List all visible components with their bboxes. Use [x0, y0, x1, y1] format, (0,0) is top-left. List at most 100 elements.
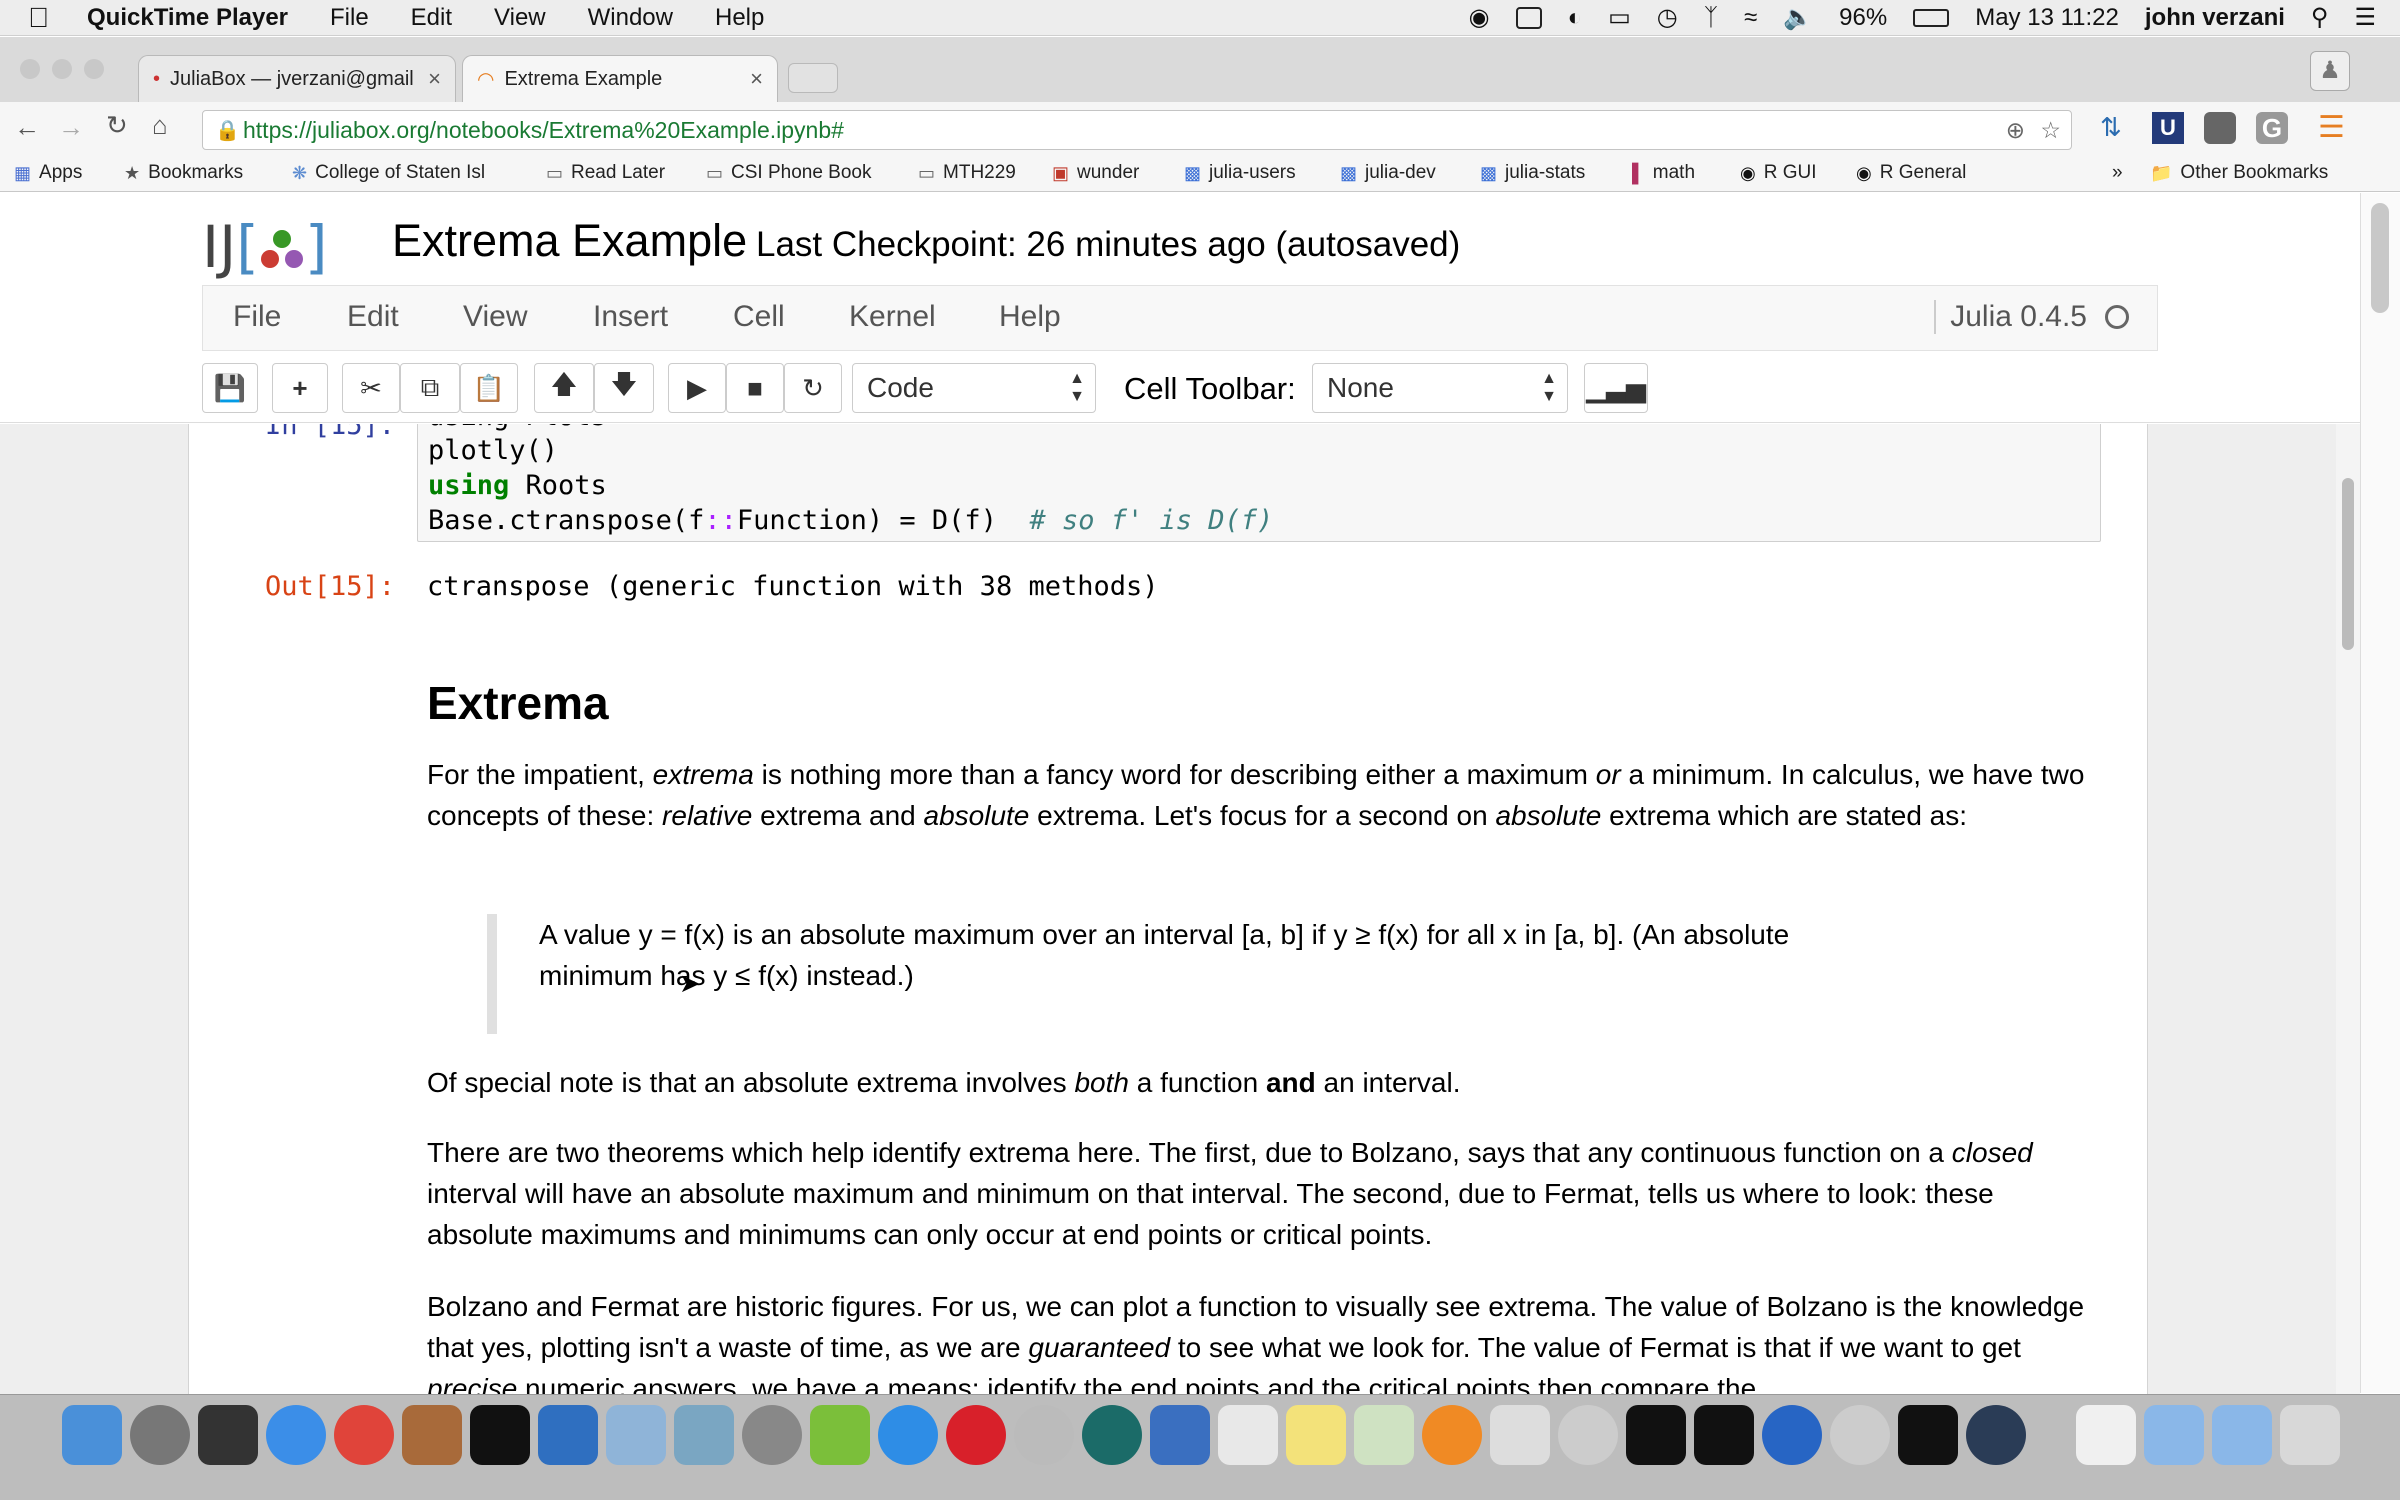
address-bar[interactable]: 🔒 https://juliabox.org/notebooks/Extrema…	[202, 110, 2072, 150]
document-icon[interactable]	[2076, 1405, 2136, 1465]
extension-sort-icon[interactable]: ⇅	[2100, 112, 2122, 143]
bookmark-college[interactable]: ❋ College of Staten Isl	[292, 162, 485, 184]
save-button[interactable]: 💾	[202, 363, 258, 413]
jmenu-file[interactable]: File	[233, 300, 281, 334]
extension-camera-icon[interactable]	[2204, 112, 2236, 144]
stickies-icon[interactable]	[1286, 1405, 1346, 1465]
word-icon[interactable]	[1150, 1405, 1210, 1465]
bookmark-julia-dev[interactable]: ▩ julia-dev	[1340, 162, 1436, 184]
spotlight-icon[interactable]: ⚲	[2311, 3, 2329, 32]
tab-extrema-example[interactable]: ◠ Extrema Example ×	[462, 55, 778, 102]
extension-u-icon[interactable]: U	[2152, 112, 2184, 144]
battery-percent[interactable]: 96%	[1839, 4, 1887, 32]
move-down-button[interactable]: 🡇	[594, 363, 654, 413]
leaf-app-icon[interactable]	[810, 1405, 870, 1465]
bookmark-r-general[interactable]: ◉ R General	[1856, 162, 1966, 184]
bookmark-other-bookmarks[interactable]: 📁 Other Bookmarks	[2150, 162, 2328, 184]
julia-app-icon[interactable]	[1558, 1405, 1618, 1465]
bluetooth-icon[interactable]: ᛉ	[1704, 4, 1718, 32]
time-machine-icon[interactable]: ◷	[1657, 3, 1678, 32]
home-icon[interactable]: ⌂	[152, 110, 168, 141]
chart-button[interactable]: ▁▃▅	[1584, 363, 1648, 413]
chrome-menu-icon[interactable]: ☰	[2318, 110, 2345, 145]
jmenu-insert[interactable]: Insert	[593, 300, 668, 334]
window-zoom-dot[interactable]	[84, 59, 104, 79]
menu-edit[interactable]: Edit	[411, 4, 452, 32]
mission-control-icon[interactable]	[198, 1405, 258, 1465]
zoom-icon[interactable]: ⊕	[2006, 117, 2025, 144]
bookmark-csi-phone-book[interactable]: ▭ CSI Phone Book	[706, 162, 872, 184]
restart-button[interactable]: ↻	[784, 363, 842, 413]
preview-icon[interactable]	[606, 1405, 666, 1465]
maps-icon[interactable]	[1354, 1405, 1414, 1465]
trash-icon[interactable]	[2280, 1405, 2340, 1465]
bookmark-wunder[interactable]: ▣ wunder	[1052, 162, 1139, 184]
record-icon[interactable]: ◉	[1469, 3, 1490, 32]
time-machine-dock-icon[interactable]	[1082, 1405, 1142, 1465]
window-close-dot[interactable]	[20, 59, 40, 79]
bookmark-star-icon[interactable]: ☆	[2040, 117, 2061, 144]
cut-button[interactable]: ✂	[342, 363, 400, 413]
ibooks-icon[interactable]	[1422, 1405, 1482, 1465]
exec-terminal-icon[interactable]	[1626, 1405, 1686, 1465]
cell-toolbar-select[interactable]: None ▲ ▼	[1312, 363, 1568, 413]
bookmark-bookmarks[interactable]: ★ Bookmarks	[124, 162, 243, 184]
notification-center-icon[interactable]: ☰	[2354, 3, 2376, 32]
copy-button[interactable]: ⧉	[400, 363, 460, 413]
safari-icon[interactable]	[878, 1405, 938, 1465]
paste-button[interactable]: 📋	[460, 363, 518, 413]
chrome-icon[interactable]	[334, 1405, 394, 1465]
notebook-scroll-thumb[interactable]	[2342, 478, 2354, 650]
window-icon[interactable]	[1515, 6, 1542, 29]
menu-help[interactable]: Help	[715, 4, 764, 32]
terminal-icon[interactable]	[470, 1405, 530, 1465]
page-scrollbar[interactable]	[2360, 193, 2400, 1393]
close-tab-icon[interactable]: ×	[428, 66, 441, 92]
folder-icon[interactable]	[2212, 1405, 2272, 1465]
bookmark-mth229[interactable]: ▭ MTH229	[918, 162, 1016, 184]
opera-icon[interactable]	[946, 1405, 1006, 1465]
launchpad-icon[interactable]	[130, 1405, 190, 1465]
jmenu-cell[interactable]: Cell	[733, 300, 785, 334]
jmenu-edit[interactable]: Edit	[347, 300, 399, 334]
system-preferences-icon[interactable]	[742, 1405, 802, 1465]
halfcircle-icon[interactable]: ◐	[1568, 4, 1583, 32]
grey-circle-app-icon[interactable]	[1014, 1405, 1074, 1465]
cell-type-select[interactable]: Code ▲ ▼	[852, 363, 1096, 413]
bookmark-math[interactable]: ▌ math	[1632, 162, 1695, 184]
page-scroll-thumb[interactable]	[2371, 203, 2389, 313]
run-button[interactable]: ▶	[668, 363, 726, 413]
app-menu[interactable]: QuickTime Player	[87, 4, 288, 32]
volume-icon[interactable]: 🔈	[1783, 3, 1813, 32]
bookmark-r-gui[interactable]: ◉ R GUI	[1740, 162, 1817, 184]
tab-juliabox[interactable]: • JuliaBox — jverzani@gmail ×	[138, 55, 456, 102]
bookmark-julia-stats[interactable]: ▩ julia-stats	[1480, 162, 1585, 184]
notebook-title[interactable]: Extrema Example	[392, 215, 747, 267]
r-app-icon[interactable]	[1762, 1405, 1822, 1465]
battery-icon[interactable]	[1913, 8, 1950, 27]
bookmark-apps[interactable]: ▦ Apps	[14, 162, 82, 184]
insert-cell-button[interactable]: +	[272, 363, 328, 413]
profile-icon[interactable]: ♟	[2310, 51, 2350, 91]
clock[interactable]: May 13 11:22	[1975, 4, 2119, 32]
exec-terminal-icon[interactable]	[1898, 1405, 1958, 1465]
reload-icon[interactable]: ↻	[106, 110, 128, 141]
code-cell[interactable]: using Plots plotly() using Roots Base.ct…	[417, 424, 2101, 542]
apple-icon[interactable]: 	[28, 2, 49, 34]
window-minimize-dot[interactable]	[52, 59, 72, 79]
folder-icon[interactable]	[2144, 1405, 2204, 1465]
move-up-button[interactable]: 🡅	[534, 363, 594, 413]
gimp-icon[interactable]	[402, 1405, 462, 1465]
wifi-icon[interactable]: ≈	[1744, 4, 1757, 32]
forward-icon[interactable]: →	[58, 112, 84, 143]
quicktime-icon[interactable]	[1966, 1405, 2026, 1465]
jmenu-kernel[interactable]: Kernel	[849, 300, 936, 334]
screens-icon[interactable]	[538, 1405, 598, 1465]
app-store-icon[interactable]	[266, 1405, 326, 1465]
jmenu-view[interactable]: View	[463, 300, 527, 334]
menu-file[interactable]: File	[330, 4, 369, 32]
finder-icon[interactable]	[62, 1405, 122, 1465]
x11-icon[interactable]	[1490, 1405, 1550, 1465]
bookmark-read-later[interactable]: ▭ Read Later	[546, 162, 665, 184]
bookmark-julia-users[interactable]: ▩ julia-users	[1184, 162, 1296, 184]
